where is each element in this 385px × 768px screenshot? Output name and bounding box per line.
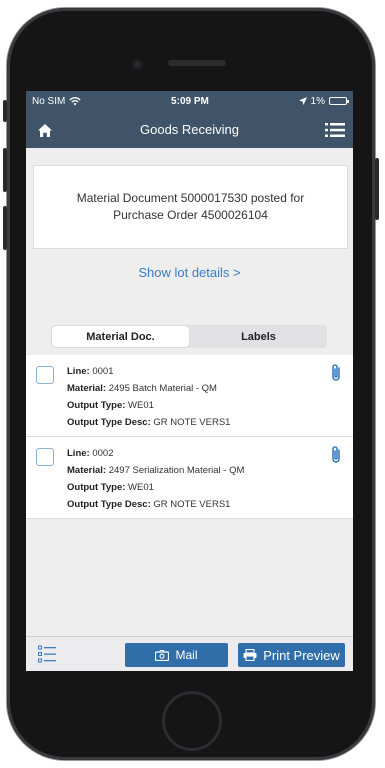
status-bar: No SIM 5:09 PM 1% (26, 91, 353, 111)
line-value: 0002 (92, 448, 114, 459)
output-desc-value: GR NOTE VERS1 (153, 417, 231, 428)
output-type-value: WE01 (128, 482, 154, 493)
printer-icon (243, 649, 257, 661)
line-value: 0001 (92, 366, 114, 377)
posting-message-card: Material Document 5000017530 posted for … (34, 166, 347, 248)
home-icon[interactable] (34, 119, 56, 141)
row-checkbox[interactable] (36, 448, 54, 466)
output-desc-label: Output Type Desc: (67, 417, 151, 428)
print-preview-button[interactable]: Print Preview (238, 643, 345, 667)
message-line-1: Material Document 5000017530 posted for (76, 191, 305, 205)
page-title: Goods Receiving (140, 122, 239, 137)
output-desc-value: GR NOTE VERS1 (153, 499, 231, 510)
menu-icon[interactable] (324, 119, 346, 141)
battery-percent: 1% (310, 95, 325, 107)
mail-button-label: Mail (175, 648, 198, 662)
list-item[interactable]: Line: 0001 Material: 2495 Batch Material… (26, 355, 353, 437)
front-camera (131, 58, 144, 71)
output-desc-label: Output Type Desc: (67, 499, 151, 510)
material-label: Material: (67, 383, 107, 394)
material: Material: 2497 Serialization Material - … (67, 462, 353, 479)
wifi-icon (69, 96, 82, 105)
volume-up-button (3, 148, 7, 192)
tab-material-doc[interactable]: Material Doc. (52, 326, 189, 347)
output-list: Line: 0001 Material: 2495 Batch Material… (26, 355, 353, 519)
output-type-desc: Output Type Desc: GR NOTE VERS1 (67, 414, 353, 431)
output-type-label: Output Type: (67, 482, 126, 493)
home-button[interactable] (162, 691, 222, 751)
mute-switch (3, 100, 7, 122)
line-label: Line: (67, 366, 90, 377)
line-number: Line: 0001 (67, 363, 353, 380)
line-label: Line: (67, 448, 90, 459)
mail-button[interactable]: Mail (125, 643, 228, 667)
location-arrow-icon (298, 97, 307, 105)
bottom-toolbar: Mail Print Preview (26, 636, 353, 671)
material: Material: 2495 Batch Material - QM (67, 380, 353, 397)
status-time: 5:09 PM (171, 95, 209, 107)
battery-icon (329, 97, 349, 105)
output-type-label: Output Type: (67, 400, 126, 411)
material-value: 2497 Serialization Material - QM (108, 465, 245, 476)
print-preview-label: Print Preview (263, 647, 340, 663)
material-label: Material: (67, 465, 107, 476)
earpiece-speaker (168, 60, 226, 66)
carrier-label: No SIM (32, 95, 66, 107)
output-type: Output Type: WE01 (67, 479, 353, 496)
output-type: Output Type: WE01 (67, 397, 353, 414)
list-item[interactable]: Line: 0002 Material: 2497 Serialization … (26, 437, 353, 519)
tab-segmented-control: Material Doc. Labels (51, 325, 327, 348)
output-type-value: WE01 (128, 400, 154, 411)
volume-down-button (3, 206, 7, 250)
material-value: 2495 Batch Material - QM (108, 383, 217, 394)
tab-labels[interactable]: Labels (190, 325, 327, 348)
power-button (375, 158, 379, 220)
paperclip-icon[interactable] (329, 445, 343, 465)
list-icon[interactable] (38, 645, 56, 663)
app-screen: No SIM 5:09 PM 1% Goods Receiving Materi… (26, 91, 353, 671)
line-number: Line: 0002 (67, 445, 353, 462)
paperclip-icon[interactable] (329, 363, 343, 383)
output-type-desc: Output Type Desc: GR NOTE VERS1 (67, 496, 353, 513)
nav-bar: Goods Receiving (26, 111, 353, 148)
show-lot-details-link[interactable]: Show lot details > (26, 265, 353, 280)
row-checkbox[interactable] (36, 366, 54, 384)
mail-icon (155, 649, 170, 661)
message-line-2: Purchase Order 4500026104 (113, 208, 268, 222)
